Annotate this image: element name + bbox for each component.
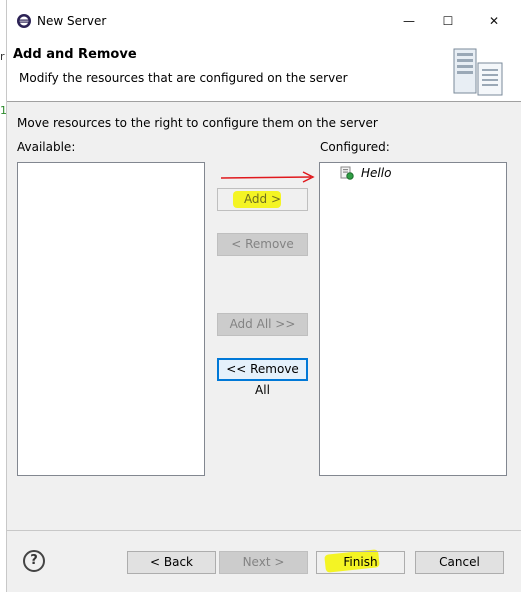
list-item[interactable]: Hello bbox=[340, 165, 420, 183]
instruction-text: Move resources to the right to configure… bbox=[17, 116, 378, 130]
back-label: < Back bbox=[149, 555, 193, 569]
add-all-label: Add All >> bbox=[229, 317, 296, 331]
add-all-button[interactable]: Add All >> bbox=[217, 313, 308, 336]
finish-button[interactable]: Finish bbox=[316, 551, 405, 574]
maximize-button[interactable]: ☐ bbox=[426, 5, 470, 37]
remove-label: < Remove bbox=[231, 237, 294, 251]
eclipse-app-icon bbox=[17, 14, 31, 28]
title-bar: New Server — ☐ ✕ bbox=[7, 0, 521, 42]
footer-separator bbox=[7, 530, 521, 531]
cancel-button[interactable]: Cancel bbox=[415, 551, 504, 574]
available-list[interactable] bbox=[17, 162, 205, 476]
minimize-icon: — bbox=[403, 14, 415, 28]
list-item-label: Hello bbox=[361, 166, 392, 180]
remove-all-label: << Remove All bbox=[226, 362, 299, 397]
configured-label: Configured: bbox=[320, 140, 390, 154]
annotation-arrow bbox=[220, 171, 315, 183]
configured-list[interactable]: Hello bbox=[319, 162, 507, 476]
next-button[interactable]: Next > bbox=[219, 551, 308, 574]
new-server-dialog: New Server — ☐ ✕ Add and Remove Modify t… bbox=[6, 0, 521, 592]
web-module-icon bbox=[340, 166, 354, 180]
add-label: Add > bbox=[243, 192, 282, 206]
cancel-label: Cancel bbox=[439, 555, 480, 569]
available-label: Available: bbox=[17, 140, 76, 154]
page-description: Modify the resources that are configured… bbox=[19, 71, 348, 85]
wizard-header: Add and Remove Modify the resources that… bbox=[7, 42, 521, 102]
add-button[interactable]: Add > bbox=[217, 188, 308, 211]
window-title: New Server bbox=[37, 14, 107, 28]
remove-all-button[interactable]: << Remove All bbox=[217, 358, 308, 397]
remove-button[interactable]: < Remove bbox=[217, 233, 308, 256]
minimize-button[interactable]: — bbox=[387, 5, 431, 37]
server-wizard-icon bbox=[453, 48, 503, 96]
help-icon[interactable]: ? bbox=[23, 550, 45, 572]
close-icon: ✕ bbox=[488, 14, 500, 28]
next-label: Next > bbox=[242, 555, 285, 569]
close-button[interactable]: ✕ bbox=[472, 5, 516, 37]
page-title: Add and Remove bbox=[13, 47, 137, 62]
finish-label: Finish bbox=[343, 555, 378, 569]
maximize-icon: ☐ bbox=[442, 14, 454, 28]
back-button[interactable]: < Back bbox=[127, 551, 216, 574]
